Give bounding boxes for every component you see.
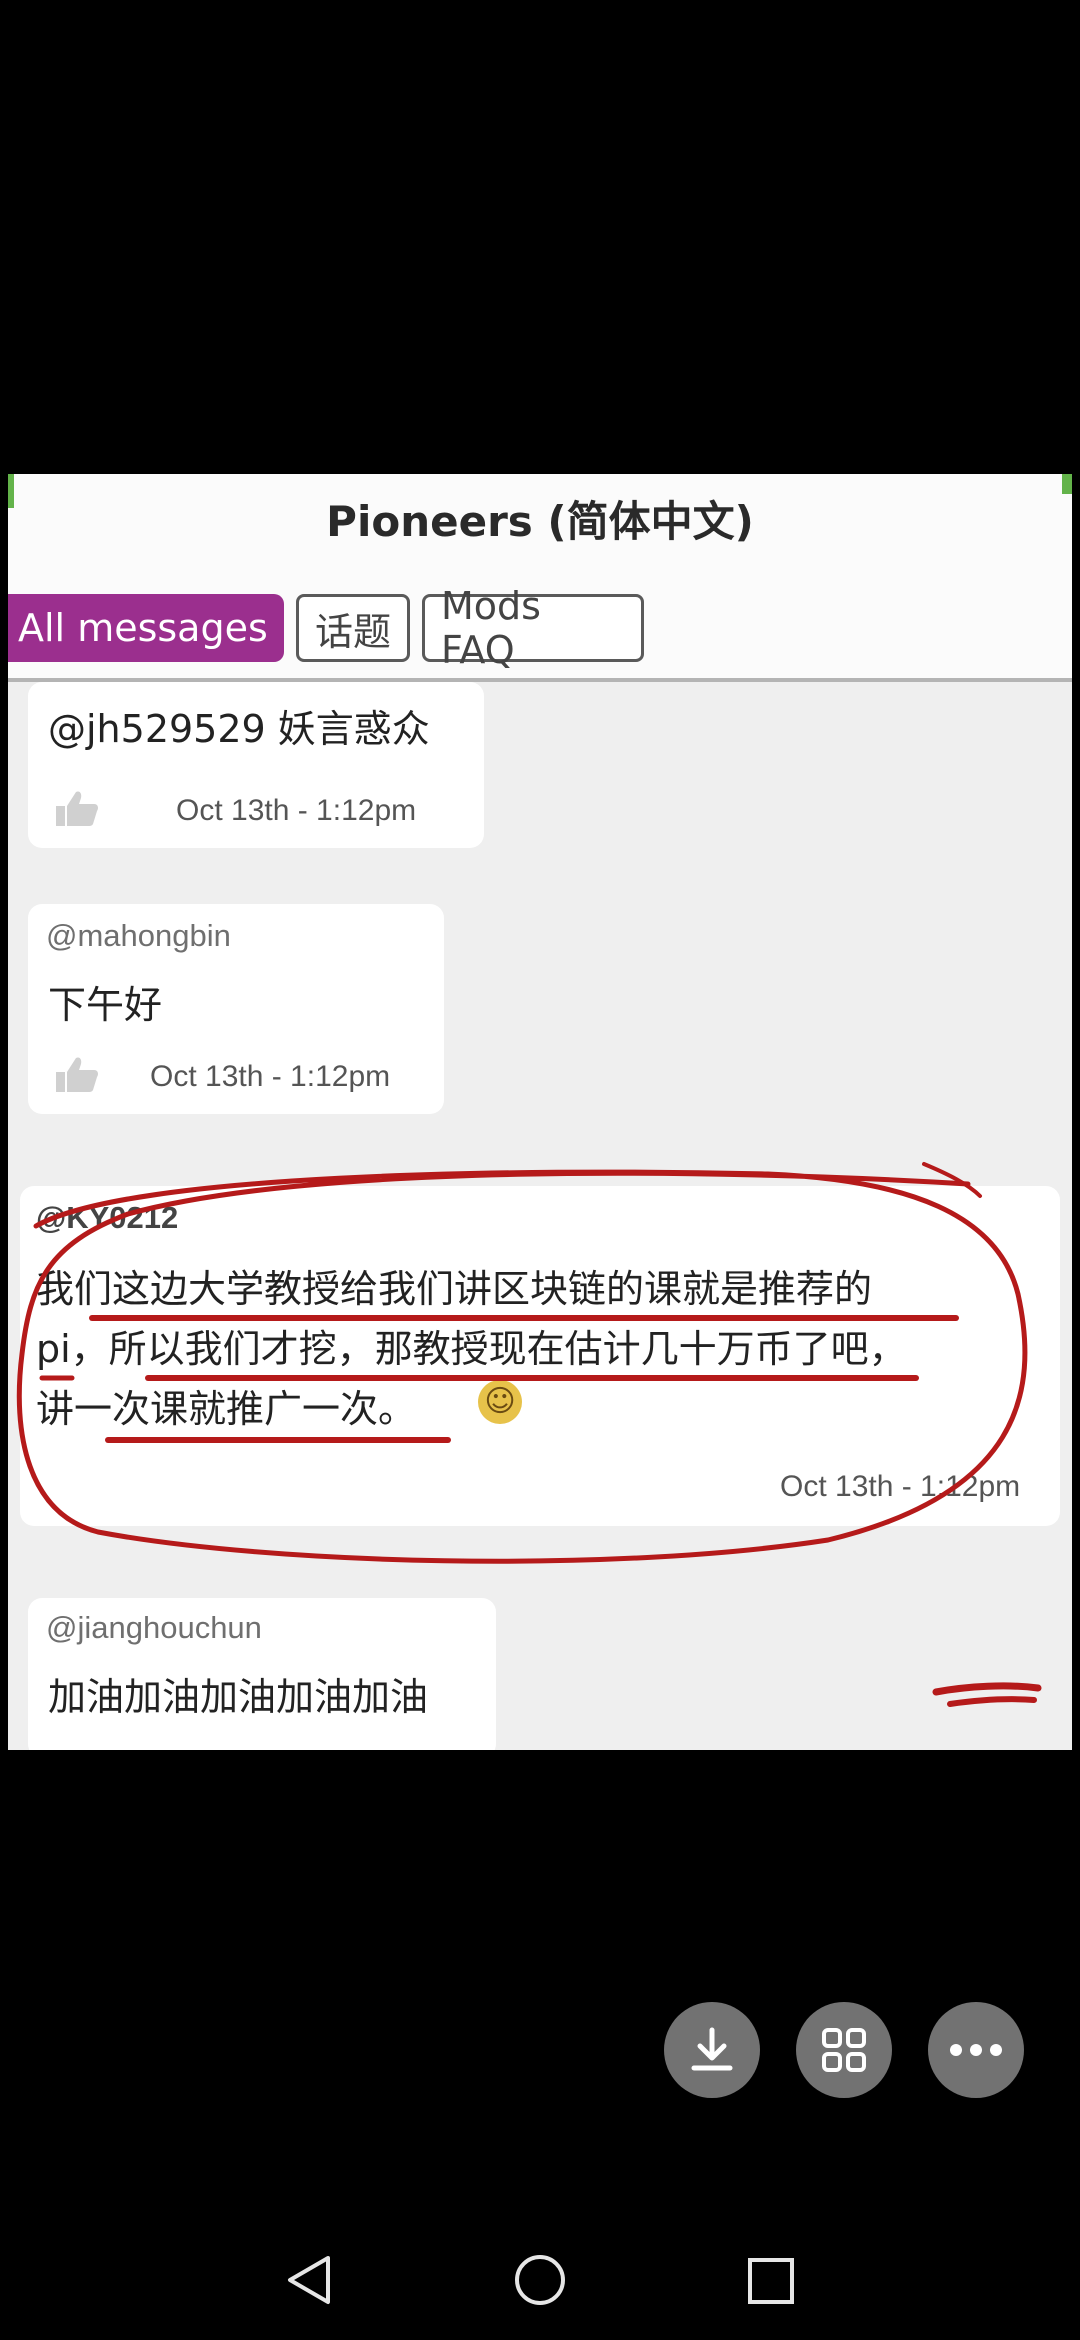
- message-time: Oct 13th - 1:12pm: [150, 1060, 391, 1093]
- message-line: pi，所以我们才挖，那教授现在估计几十万币了吧，: [36, 1327, 907, 1371]
- message-bubble-highlighted: @KY0212 我们这边大学教授给我们讲区块链的课就是推荐的 pi，所以我们才挖…: [20, 1186, 1060, 1526]
- more-options-button[interactable]: [928, 2002, 1024, 2098]
- tab-bar: All messages 话题 Mods FAQ: [8, 584, 644, 672]
- message-author: @KY0212: [36, 1200, 179, 1235]
- download-button[interactable]: [664, 2002, 760, 2098]
- message-bubble: @jh529529 妖言惑众 Oct 13th - 1:12pm: [28, 682, 484, 848]
- back-triangle-icon[interactable]: [284, 2252, 334, 2308]
- message-bubble: @mahongbin 下午好 Oct 13th - 1:12pm: [28, 904, 444, 1114]
- chat-screenshot-image: Pioneers (简体中文) All messages 话题 Mods FAQ…: [8, 474, 1072, 1750]
- chat-title: Pioneers (简体中文): [326, 497, 754, 546]
- tab-all-messages[interactable]: All messages: [8, 594, 284, 662]
- message-time: Oct 13th - 1:12pm: [176, 794, 417, 827]
- more-icon: [950, 2044, 1002, 2056]
- message-text: 加油加油加油加油加油: [48, 1675, 429, 1719]
- grin-emoji-icon: ☺: [478, 1380, 522, 1424]
- thumbs-up-icon[interactable]: [54, 1054, 100, 1094]
- thumbs-up-icon[interactable]: [54, 788, 100, 828]
- message-text: 下午好: [48, 983, 163, 1027]
- message-line: 我们这边大学教授给我们讲区块链的课就是推荐的: [36, 1267, 873, 1311]
- download-icon: [691, 2027, 733, 2071]
- message-author: @jianghouchun: [46, 1610, 262, 1645]
- message-time: Oct 13th - 1:12pm: [780, 1470, 1021, 1503]
- grid-icon: [822, 2028, 866, 2072]
- tab-topics[interactable]: 话题: [296, 594, 410, 662]
- recents-square-icon[interactable]: [746, 2256, 796, 2306]
- grid-button[interactable]: [796, 2002, 892, 2098]
- message-bubble: @jianghouchun 加油加油加油加油加油: [28, 1598, 496, 1750]
- message-author: @mahongbin: [46, 918, 231, 953]
- tab-mods-faq[interactable]: Mods FAQ: [422, 584, 644, 672]
- message-text: @jh529529 妖言惑众: [48, 707, 430, 751]
- home-circle-icon[interactable]: [512, 2252, 568, 2308]
- message-line: 讲一次课就推广一次。: [36, 1387, 417, 1431]
